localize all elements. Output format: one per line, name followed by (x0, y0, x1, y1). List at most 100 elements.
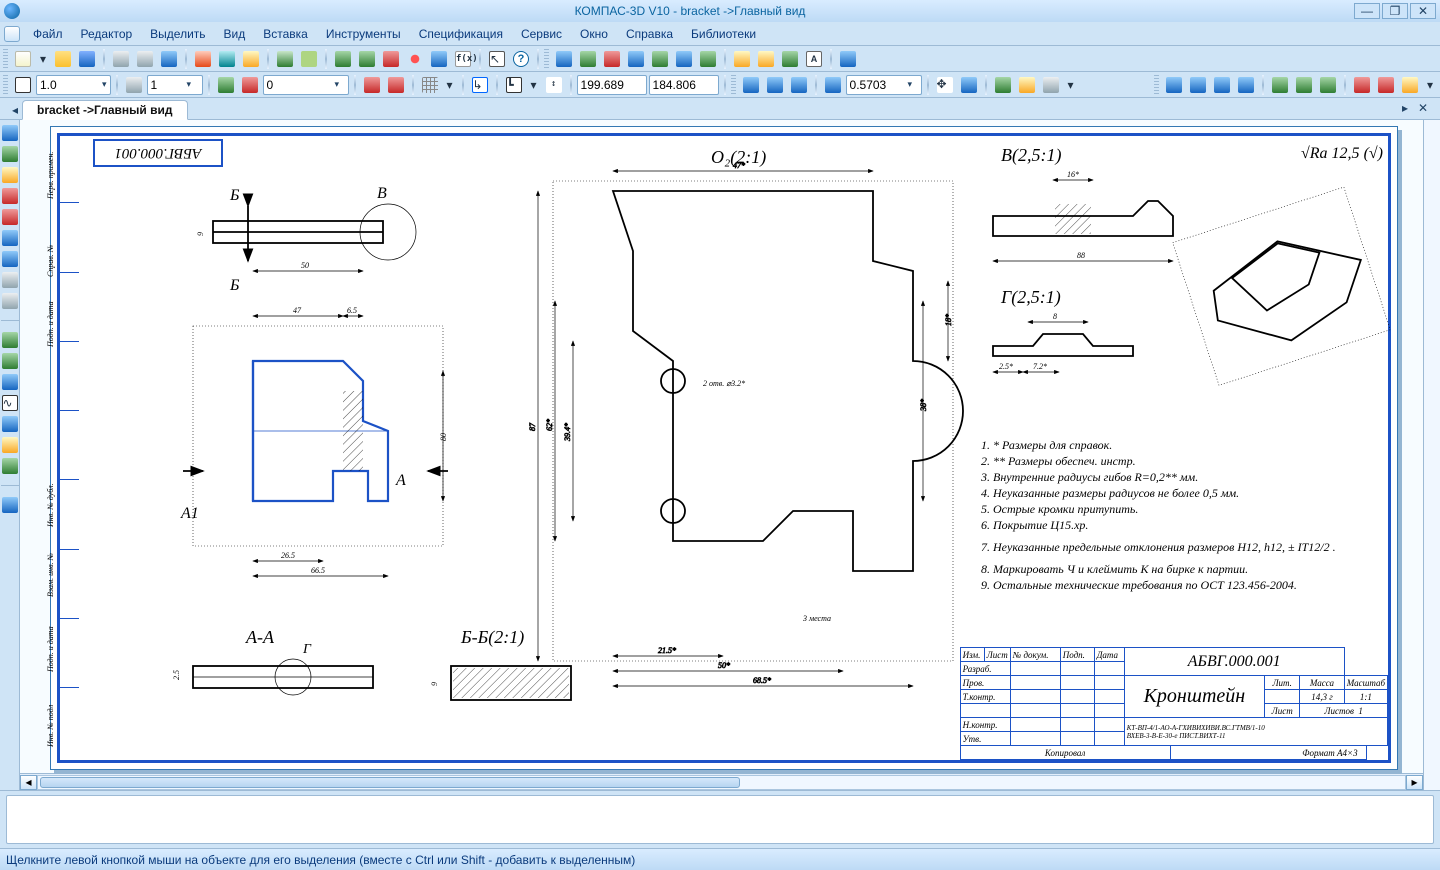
coord-y[interactable] (649, 75, 719, 95)
menu-help[interactable]: Справка (617, 27, 682, 41)
r3-button[interactable] (1211, 74, 1233, 96)
cp-a-icon[interactable] (1, 496, 19, 514)
prop2-button[interactable] (356, 48, 378, 70)
layer-button[interactable] (123, 74, 145, 96)
zoom-input[interactable] (850, 78, 906, 92)
scroll-thumb[interactable] (40, 777, 740, 788)
linestyle-button[interactable] (12, 74, 34, 96)
menu-view[interactable]: Вид (215, 27, 255, 41)
system-menu-icon[interactable] (4, 26, 20, 42)
cp-measure-icon[interactable] (1, 229, 19, 247)
plot-button[interactable] (158, 48, 180, 70)
menu-insert[interactable]: Вставка (254, 27, 317, 41)
desig-3-button[interactable] (601, 48, 623, 70)
cp-line-icon[interactable] (1, 352, 19, 370)
desig-7-button[interactable] (697, 48, 719, 70)
cp-select-icon[interactable] (1, 250, 19, 268)
ext3-button[interactable] (1040, 74, 1062, 96)
r10-dd[interactable]: ▾ (1423, 74, 1437, 96)
cp-edit-icon[interactable] (1, 187, 19, 205)
magnet-button[interactable] (380, 48, 402, 70)
state-input[interactable] (267, 78, 333, 92)
r2-button[interactable] (1187, 74, 1209, 96)
r1-button[interactable] (1163, 74, 1185, 96)
grid-dropdown[interactable]: ▾ (443, 74, 457, 96)
scroll-right-button[interactable]: ▸ (1406, 775, 1423, 790)
cp-rect-icon[interactable] (1, 436, 19, 454)
scroll-left-button[interactable]: ◂ (20, 775, 37, 790)
menu-edit[interactable]: Редактор (72, 27, 142, 41)
menu-tools[interactable]: Инструменты (317, 27, 410, 41)
minimize-button[interactable]: — (1354, 3, 1380, 19)
grid-button[interactable] (419, 74, 441, 96)
redo-button[interactable] (298, 48, 320, 70)
toolbar-grip-3[interactable] (3, 75, 8, 95)
menu-libs[interactable]: Библиотеки (682, 27, 765, 41)
menu-file[interactable]: Файл (24, 27, 72, 41)
cp-geometry-icon[interactable] (1, 124, 19, 142)
desig-9-button[interactable] (755, 48, 777, 70)
coord-x-input[interactable] (581, 78, 641, 92)
help-button[interactable]: ? (510, 48, 532, 70)
tab-close[interactable]: ✕ (1418, 101, 1428, 115)
zoom-button[interactable] (822, 74, 844, 96)
open-button[interactable] (52, 48, 74, 70)
r7-button[interactable] (1317, 74, 1339, 96)
ext1-button[interactable] (992, 74, 1014, 96)
cp-point-icon[interactable] (1, 331, 19, 349)
zoomin-button[interactable] (764, 74, 786, 96)
desig-11-button[interactable]: А (803, 48, 825, 70)
toolbar-grip-4[interactable] (731, 75, 736, 95)
menu-spec[interactable]: Спецификация (410, 27, 512, 41)
pick-button[interactable]: ↖ (486, 48, 508, 70)
desig-10-button[interactable] (779, 48, 801, 70)
ext2-button[interactable] (1016, 74, 1038, 96)
save-button[interactable] (76, 48, 98, 70)
drawing-canvas[interactable]: Инв. № подл Подп. и дата Взам. инв. № Ин… (20, 120, 1423, 773)
desig-8-button[interactable] (731, 48, 753, 70)
cp-vtext-icon[interactable]: ∿ (1, 394, 19, 412)
magnet2-button[interactable] (385, 74, 407, 96)
cut-button[interactable] (192, 48, 214, 70)
lcs-button[interactable]: ↳ (469, 74, 491, 96)
coord-x[interactable] (577, 75, 647, 95)
menu-service[interactable]: Сервис (512, 27, 571, 41)
tab-prev[interactable]: ◂ (8, 101, 22, 119)
desig-1-button[interactable] (553, 48, 575, 70)
desig-2-button[interactable] (577, 48, 599, 70)
prop-button[interactable] (332, 48, 354, 70)
preview-button[interactable] (134, 48, 156, 70)
pan-button[interactable]: ✥ (934, 74, 956, 96)
desig-5-button[interactable] (649, 48, 671, 70)
cp-spline-icon[interactable] (1, 457, 19, 475)
desig-12-button[interactable] (837, 48, 859, 70)
desig-4-button[interactable] (625, 48, 647, 70)
layer-input[interactable] (151, 78, 185, 92)
cp-report-icon[interactable] (1, 292, 19, 310)
round-button[interactable]: ↕ (543, 74, 565, 96)
state2-button[interactable] (239, 74, 261, 96)
state-button[interactable] (215, 74, 237, 96)
toolbar-grip-right[interactable] (1154, 75, 1159, 95)
ext3-dd[interactable]: ▾ (1064, 74, 1078, 96)
cp-arc-icon[interactable] (1, 415, 19, 433)
close-button[interactable]: ✕ (1410, 3, 1436, 19)
paste-button[interactable] (240, 48, 262, 70)
cp-circle-icon[interactable] (1, 373, 19, 391)
toolbar-grip[interactable] (3, 49, 8, 69)
rec-button[interactable] (404, 48, 426, 70)
h-scrollbar[interactable]: ◂ ▸ (20, 773, 1423, 790)
r10-button[interactable] (1399, 74, 1421, 96)
menu-window[interactable]: Окно (571, 27, 617, 41)
state-combo[interactable]: ▾ (263, 75, 349, 95)
coord-y-input[interactable] (653, 78, 713, 92)
zoomrect-button[interactable] (958, 74, 980, 96)
desig-6-button[interactable] (673, 48, 695, 70)
fx-button[interactable]: f(x) (452, 48, 474, 70)
r4-button[interactable] (1235, 74, 1257, 96)
r6-button[interactable] (1293, 74, 1315, 96)
print-button[interactable] (110, 48, 132, 70)
magnet1-button[interactable] (361, 74, 383, 96)
copy-button[interactable] (216, 48, 238, 70)
linewidth-input[interactable] (40, 78, 100, 92)
